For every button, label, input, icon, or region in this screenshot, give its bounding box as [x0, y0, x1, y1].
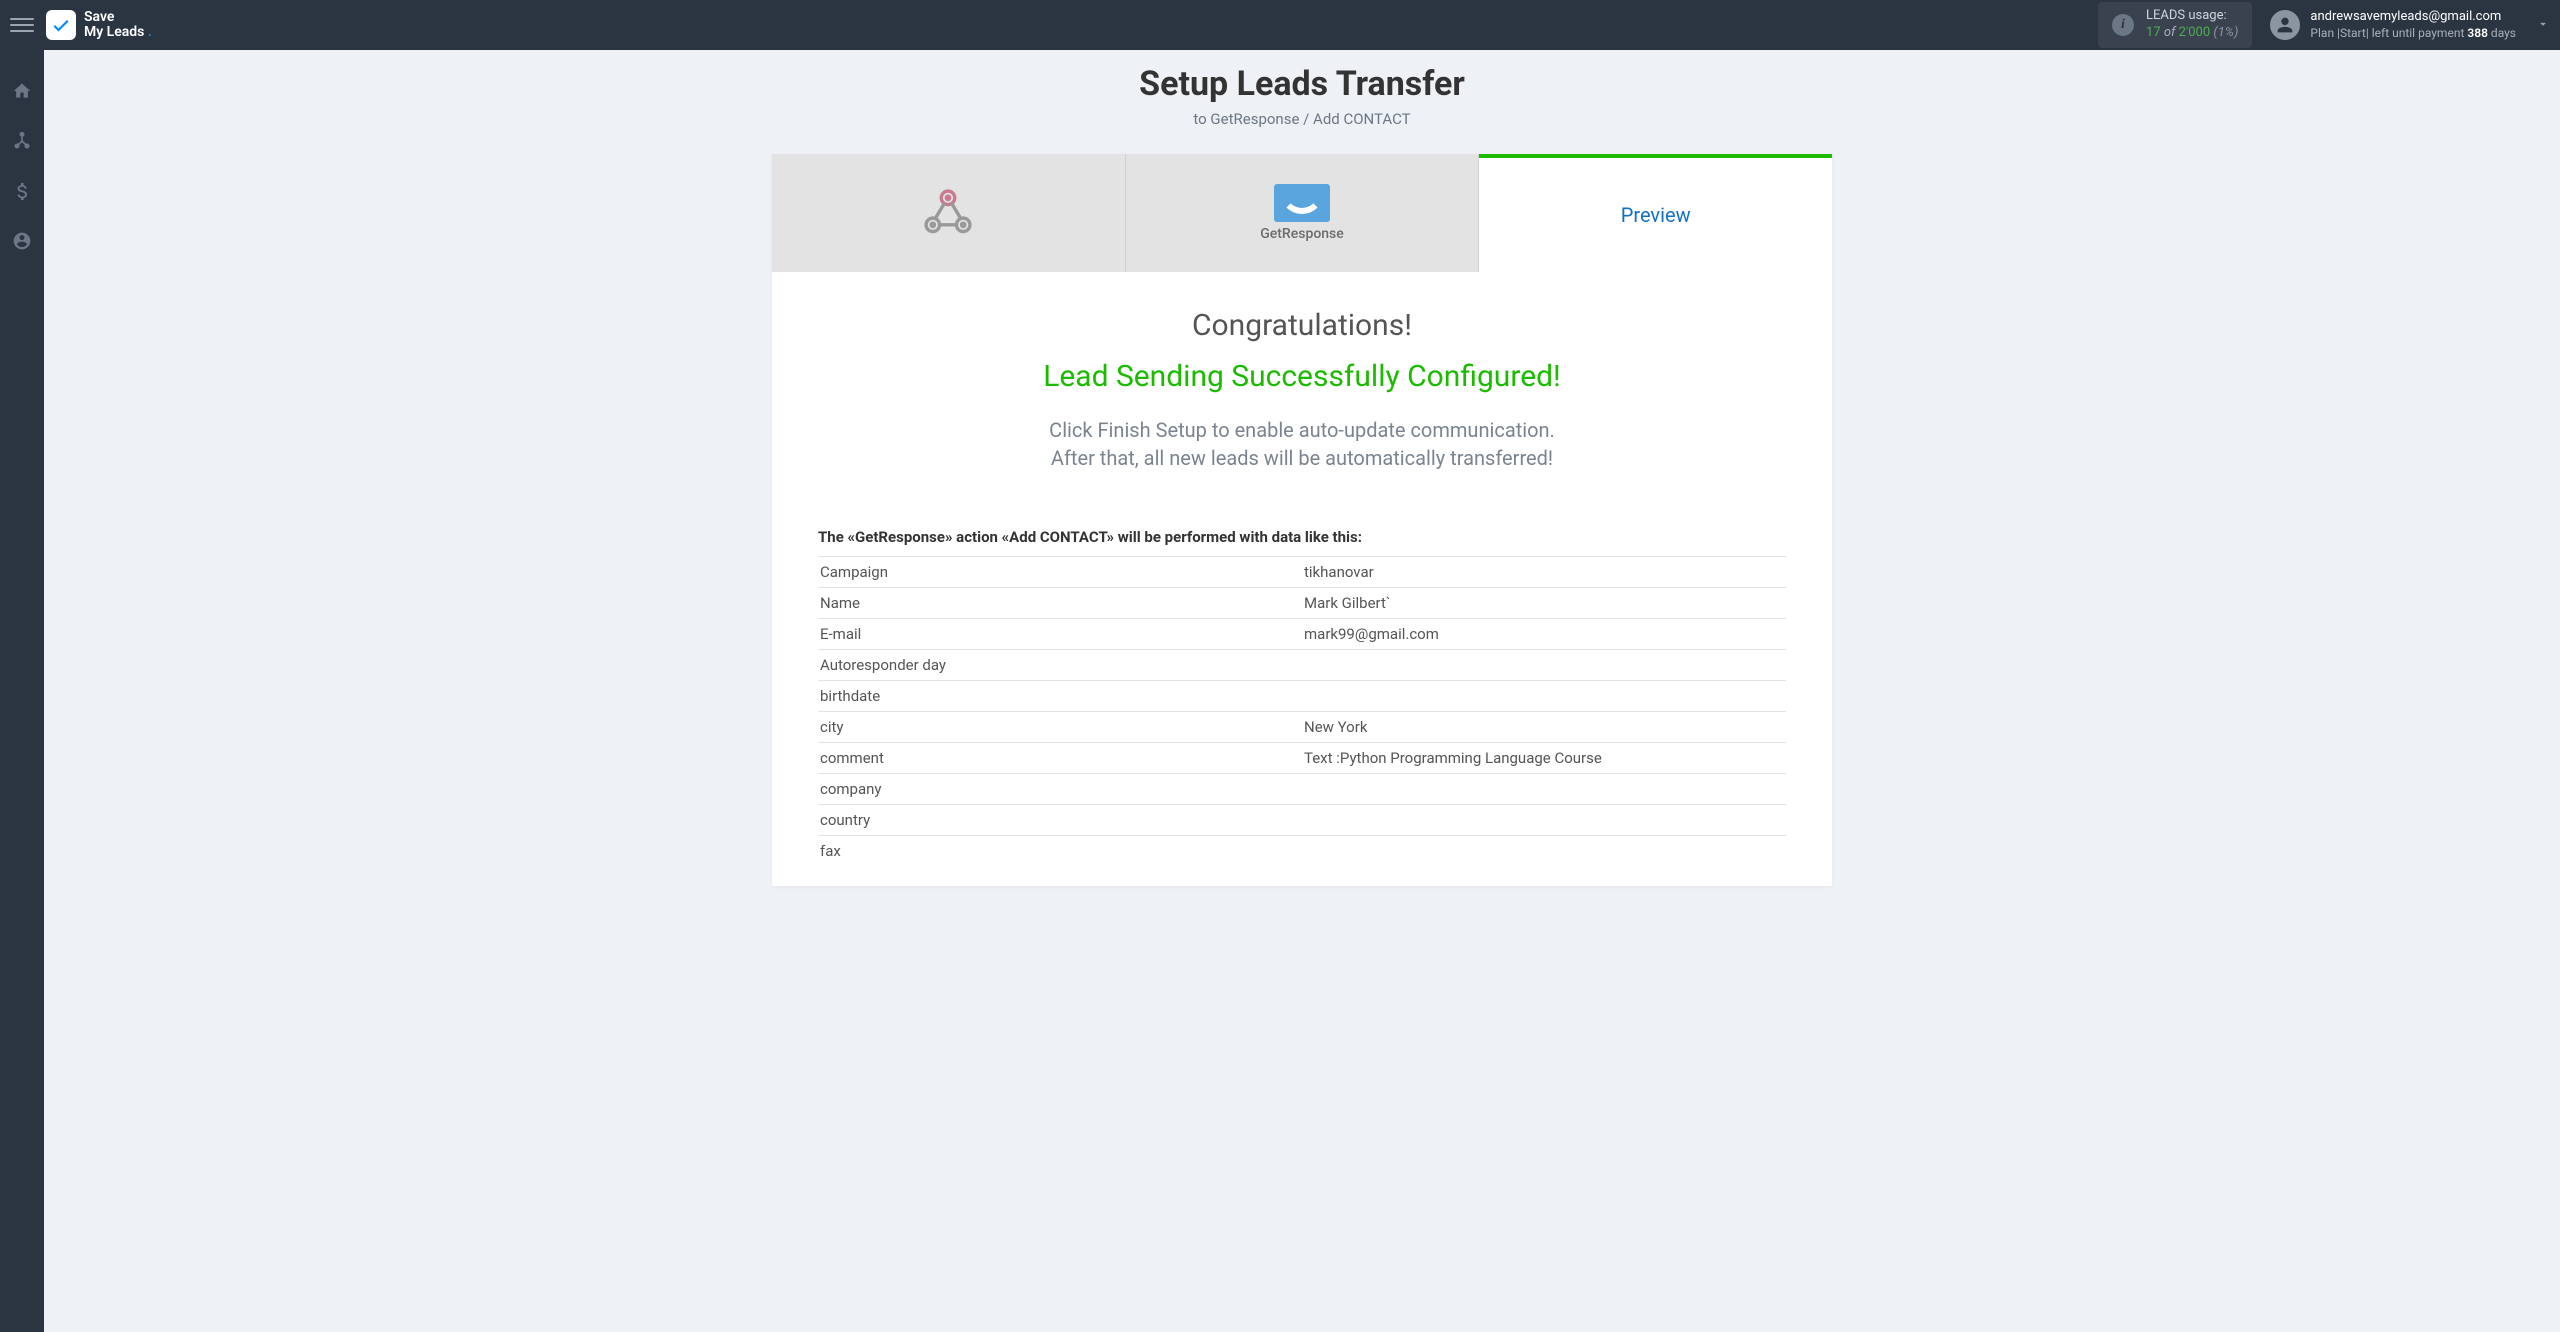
page-subtitle: to GetResponse / Add CONTACT	[44, 110, 2560, 128]
sidebar-home-icon[interactable]	[11, 80, 33, 102]
account-email: andrewsavemyleads@gmail.com	[2310, 9, 2516, 26]
table-row: NameMark Gilbert`	[818, 588, 1786, 619]
sidebar-connections-icon[interactable]	[11, 130, 33, 152]
tab-preview[interactable]: Preview	[1479, 154, 1832, 272]
page-title: Setup Leads Transfer	[44, 64, 2560, 104]
sidebar-profile-icon[interactable]	[11, 230, 33, 252]
logo-icon[interactable]	[46, 10, 76, 40]
card-content: Congratulations! Lead Sending Successful…	[772, 272, 1832, 886]
getresponse-badge-icon	[1274, 184, 1330, 222]
row-key: fax	[818, 836, 1302, 867]
setup-card: GetResponse Preview Congratulations! Lea…	[772, 154, 1832, 886]
getresponse-logo: GetResponse	[1260, 184, 1344, 242]
tab-preview-label: Preview	[1621, 203, 1691, 227]
row-value: Mark Gilbert`	[1302, 588, 1786, 619]
hint-line2: After that, all new leads will be automa…	[818, 444, 1786, 472]
row-key: Autoresponder day	[818, 650, 1302, 681]
hint-line1: Click Finish Setup to enable auto-update…	[818, 416, 1786, 444]
table-row: Autoresponder day	[818, 650, 1786, 681]
row-value: tikhanovar	[1302, 557, 1786, 588]
row-key: company	[818, 774, 1302, 805]
tab-destination[interactable]: GetResponse	[1126, 154, 1480, 272]
brand-line2: My Leads	[84, 24, 144, 40]
brand-line1: Save	[84, 10, 152, 25]
usage-used: 17	[2146, 25, 2161, 40]
data-table: CampaigntikhanovarNameMark Gilbert`E-mai…	[818, 556, 1786, 866]
table-row: cityNew York	[818, 712, 1786, 743]
table-row: country	[818, 805, 1786, 836]
row-value: mark99@gmail.com	[1302, 619, 1786, 650]
sidebar	[0, 50, 44, 1332]
tabs: GetResponse Preview	[772, 154, 1832, 272]
brand-name: Save My Leads .	[84, 10, 152, 41]
row-key: city	[818, 712, 1302, 743]
row-key: birthdate	[818, 681, 1302, 712]
row-key: comment	[818, 743, 1302, 774]
table-row: birthdate	[818, 681, 1786, 712]
congrats-heading: Congratulations!	[818, 308, 1786, 343]
usage-box[interactable]: i LEADS usage: 17 of 2'000 (1%)	[2098, 2, 2252, 48]
row-value: Text :Python Programming Language Course	[1302, 743, 1786, 774]
table-row: E-mailmark99@gmail.com	[818, 619, 1786, 650]
table-row: company	[818, 774, 1786, 805]
account-text: andrewsavemyleads@gmail.com Plan |Start|…	[2310, 9, 2516, 41]
row-key: Name	[818, 588, 1302, 619]
plan-prefix: Plan |Start| left until payment	[2310, 26, 2464, 40]
row-key: Campaign	[818, 557, 1302, 588]
row-key: country	[818, 805, 1302, 836]
tab-source[interactable]	[772, 154, 1126, 272]
row-value	[1302, 650, 1786, 681]
table-row: Campaigntikhanovar	[818, 557, 1786, 588]
row-value	[1302, 774, 1786, 805]
table-row: fax	[818, 836, 1786, 867]
info-icon: i	[2112, 14, 2134, 36]
getresponse-label: GetResponse	[1260, 226, 1344, 242]
action-title: The «GetResponse» action «Add CONTACT» w…	[818, 528, 1786, 546]
row-value	[1302, 805, 1786, 836]
row-value: New York	[1302, 712, 1786, 743]
brand-dot: .	[144, 24, 151, 40]
avatar-icon	[2270, 10, 2300, 40]
row-value	[1302, 836, 1786, 867]
usage-label: LEADS usage:	[2146, 8, 2238, 25]
hint-text: Click Finish Setup to enable auto-update…	[818, 416, 1786, 472]
sidebar-billing-icon[interactable]	[11, 180, 33, 202]
row-key: E-mail	[818, 619, 1302, 650]
topbar: Save My Leads . i LEADS usage: 17 of 2'0…	[0, 0, 2560, 50]
menu-toggle-button[interactable]	[10, 13, 34, 37]
row-value	[1302, 681, 1786, 712]
usage-text: LEADS usage: 17 of 2'000 (1%)	[2146, 8, 2238, 42]
table-row: commentText :Python Programming Language…	[818, 743, 1786, 774]
webhook-icon	[919, 186, 977, 240]
chevron-down-icon[interactable]	[2536, 17, 2550, 34]
main-content: Setup Leads Transfer to GetResponse / Ad…	[44, 50, 2560, 1332]
success-heading: Lead Sending Successfully Configured!	[818, 359, 1786, 394]
account-menu[interactable]: andrewsavemyleads@gmail.com Plan |Start|…	[2270, 9, 2516, 41]
